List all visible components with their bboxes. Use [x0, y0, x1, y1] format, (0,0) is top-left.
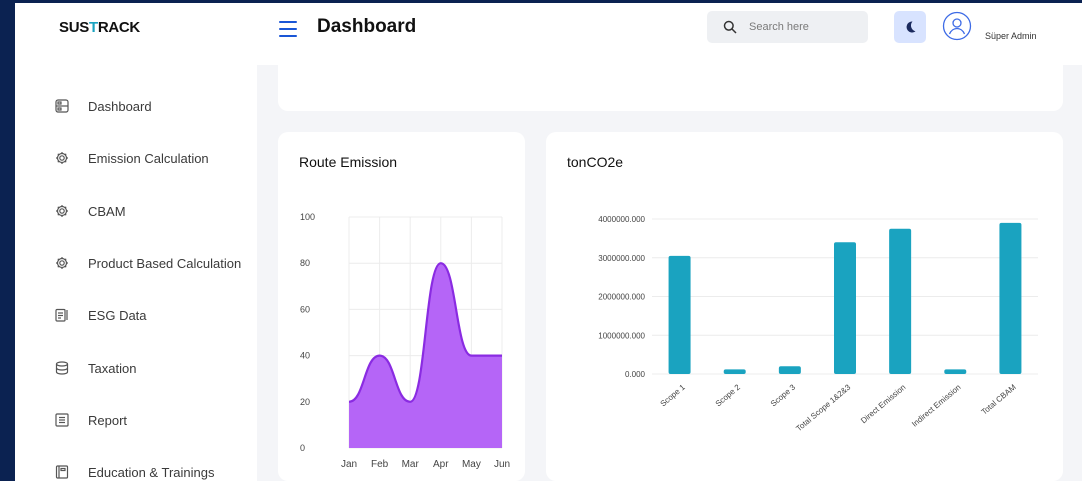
- avatar[interactable]: [942, 11, 972, 41]
- moon-icon: [906, 21, 916, 33]
- x-tick-label: Scope 1: [659, 382, 688, 408]
- search-input[interactable]: [747, 20, 861, 34]
- page-title: Dashboard: [317, 16, 417, 37]
- y-tick-label: 2000000.000: [598, 293, 645, 302]
- tonco2e-chart: 0.000 1000000.000 2000000.000 3000000.000 40…: [598, 215, 1038, 433]
- sidebar-item-label: Taxation: [88, 360, 137, 376]
- sidebar-item-taxation[interactable]: Taxation: [55, 357, 136, 379]
- y-tick-label: 0: [300, 443, 305, 453]
- x-tick-label: May: [462, 459, 481, 470]
- sidebar-item-esg-data[interactable]: ESG Data: [55, 304, 147, 326]
- bar: [834, 242, 856, 374]
- x-tick-label: Jan: [341, 459, 357, 470]
- dashboard-icon: [55, 99, 69, 113]
- y-tick-label: 3000000.000: [598, 254, 645, 263]
- gear-icon: [55, 256, 69, 270]
- sidebar-item-label: Product Based Calculation: [88, 255, 242, 271]
- user-icon: [942, 11, 972, 41]
- app-frame: SUSTRACK Dashboard Emission Calculation …: [15, 3, 1082, 481]
- database-icon: [55, 361, 69, 375]
- search-icon: [723, 20, 737, 34]
- x-tick-label: Mar: [402, 459, 420, 470]
- tonco2e-card: tonCO2e 0.000 1000000.000 2000000.000 30000…: [546, 132, 1063, 481]
- x-tick-label: Direct Emission: [859, 383, 907, 426]
- header: Dashboard Süper Admin: [257, 3, 1082, 65]
- y-tick-label: 60: [300, 304, 310, 314]
- y-tick-label: 1000000.000: [598, 331, 645, 340]
- x-tick-label: Total Scope 1&2&3: [794, 382, 852, 433]
- sidebar-item-education-trainings[interactable]: Education & Trainings: [55, 461, 214, 481]
- gear-icon: [55, 204, 69, 218]
- sidebar-item-dashboard[interactable]: Dashboard: [55, 95, 152, 117]
- x-tick-label: Scope 2: [714, 382, 743, 408]
- sidebar-item-label: Dashboard: [88, 98, 152, 114]
- logo[interactable]: SUSTRACK: [59, 19, 140, 36]
- bar: [668, 255, 691, 374]
- y-tick-label: 80: [300, 258, 310, 268]
- bar: [723, 369, 746, 374]
- y-tick-label: 0.000: [625, 370, 646, 379]
- y-tick-label: 20: [300, 397, 310, 407]
- gear-icon: [55, 151, 69, 165]
- y-tick-label: 4000000.000: [598, 215, 645, 224]
- y-tick-label: 40: [300, 351, 310, 361]
- bar: [999, 222, 1022, 374]
- clipboard-icon: [55, 308, 69, 322]
- sidebar-item-emission-calculation[interactable]: Emission Calculation: [55, 147, 209, 169]
- dark-mode-toggle[interactable]: [894, 11, 926, 43]
- sidebar-item-label: ESG Data: [88, 307, 147, 323]
- sidebar-item-label: CBAM: [88, 203, 126, 219]
- sidebar-item-label: Education & Trainings: [88, 464, 215, 480]
- user-name: Süper Admin: [985, 31, 1037, 41]
- sidebar-item-cbam[interactable]: CBAM: [55, 200, 126, 222]
- hamburger-menu-icon[interactable]: [279, 21, 297, 37]
- bar: [778, 366, 801, 374]
- sidebar-item-label: Emission Calculation: [88, 150, 209, 166]
- sidebar-item-product-based-calculation[interactable]: Product Based Calculation: [55, 252, 241, 274]
- sidebar-item-label: Report: [88, 412, 128, 428]
- summary-card: [278, 63, 1063, 111]
- y-tick-label: 100: [300, 212, 315, 222]
- x-tick-label: Indirect Emission: [910, 383, 962, 429]
- list-icon: [55, 413, 69, 427]
- x-tick-label: Apr: [433, 459, 449, 470]
- search-box[interactable]: [707, 11, 868, 43]
- book-icon: [55, 465, 69, 479]
- route-emission-chart: 0 20 40 60 80 100 Jan Feb Mar Apr May Jun: [300, 212, 510, 470]
- x-tick-label: Scope 3: [769, 382, 798, 408]
- x-tick-label: Total CBAM: [980, 382, 1018, 416]
- sidebar: SUSTRACK Dashboard Emission Calculation …: [15, 3, 257, 481]
- x-tick-label: Jun: [494, 459, 510, 470]
- route-emission-card: Route Emission 0 20 40 60 80 100 Jan Feb Mar Apr M…: [278, 132, 525, 481]
- x-tick-label: Feb: [371, 459, 389, 470]
- bar: [889, 228, 912, 374]
- sidebar-item-report[interactable]: Report: [55, 409, 127, 431]
- bar: [944, 369, 967, 374]
